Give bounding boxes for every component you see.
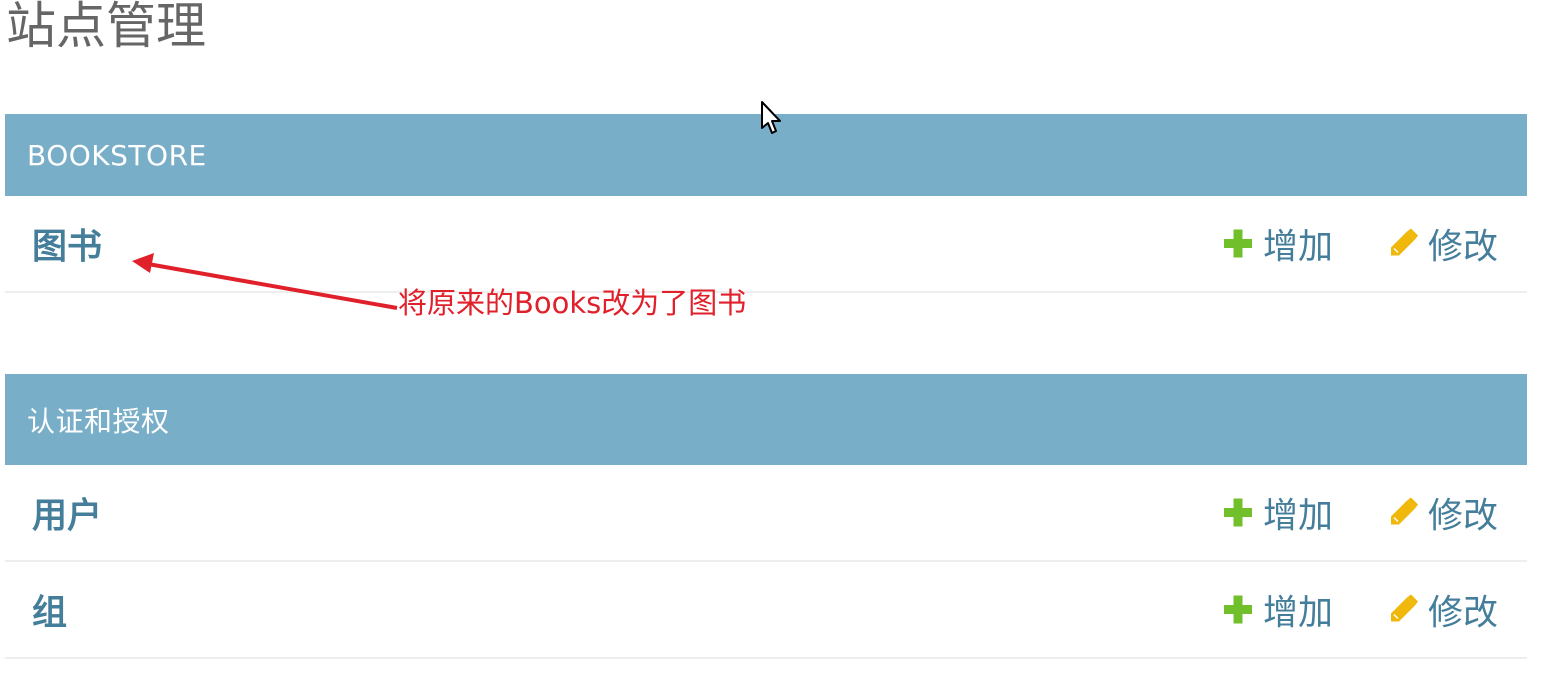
plus-icon: [1224, 498, 1252, 527]
change-label: 修改: [1428, 593, 1499, 633]
model-row-books: 图书 增加 修改: [5, 196, 1527, 293]
add-label: 增加: [1263, 227, 1334, 267]
module-header-bookstore[interactable]: BOOKSTORE: [5, 114, 1527, 196]
pencil-icon: [1391, 228, 1418, 256]
module-bookstore: BOOKSTORE 图书 增加 修改: [5, 114, 1527, 293]
model-link-books[interactable]: 图书: [32, 218, 102, 269]
model-link-groups[interactable]: 组: [32, 584, 67, 635]
annotation-text: 将原来的Books改为了图书: [398, 286, 747, 320]
change-label: 修改: [1428, 496, 1499, 536]
plus-icon: [1224, 229, 1252, 258]
module-header-auth[interactable]: 认证和授权: [5, 374, 1527, 465]
add-label: 增加: [1263, 593, 1334, 633]
pencil-icon: [1391, 594, 1418, 622]
model-row-groups: 组 增加 修改: [5, 562, 1527, 659]
model-row-users: 用户 增加 修改: [5, 465, 1527, 562]
change-books-link[interactable]: 修改: [1388, 218, 1498, 269]
add-books-link[interactable]: 增加: [1223, 218, 1333, 269]
add-groups-link[interactable]: 增加: [1223, 584, 1333, 635]
add-users-link[interactable]: 增加: [1223, 487, 1333, 538]
plus-icon: [1224, 595, 1252, 624]
module-auth: 认证和授权 用户 增加 修改 组 增加 修改: [5, 374, 1527, 659]
change-users-link[interactable]: 修改: [1388, 487, 1498, 538]
page-title: 站点管理: [6, 0, 206, 55]
model-link-users[interactable]: 用户: [32, 487, 102, 538]
change-groups-link[interactable]: 修改: [1388, 584, 1498, 635]
add-label: 增加: [1263, 496, 1334, 536]
pencil-icon: [1391, 497, 1418, 525]
change-label: 修改: [1428, 227, 1499, 267]
